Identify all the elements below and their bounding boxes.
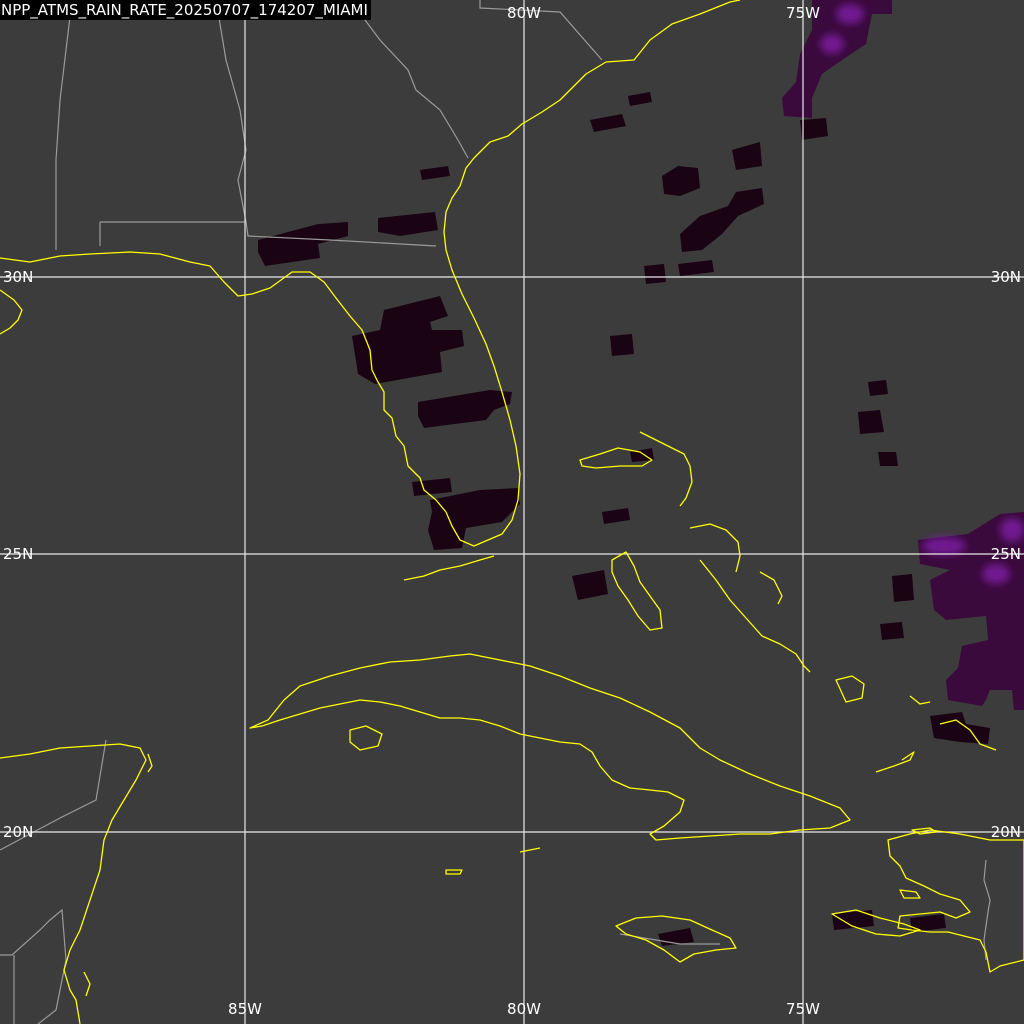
rain-cell	[868, 380, 888, 396]
label-bottom-85w: 85W	[228, 1000, 262, 1018]
rain-core	[820, 34, 844, 54]
label-left-20n: 20N	[3, 823, 34, 841]
label-top-80w: 80W	[507, 4, 541, 22]
rain-cell	[880, 622, 904, 640]
label-left-30n: 30N	[3, 268, 34, 286]
label-bottom-75w: 75W	[786, 1000, 820, 1018]
map-canvas[interactable]	[0, 0, 1024, 1024]
label-right-25n: 25N	[990, 545, 1021, 563]
rain-cell	[878, 452, 898, 466]
label-left-25n: 25N	[3, 545, 34, 563]
label-top-75w: 75W	[786, 4, 820, 22]
rain-cell	[644, 264, 666, 284]
rain-core	[922, 537, 966, 555]
rain-cell	[892, 574, 914, 602]
label-right-30n: 30N	[990, 268, 1021, 286]
label-bottom-80w: 80W	[507, 1000, 541, 1018]
rain-core	[1000, 518, 1024, 542]
rain-cell	[858, 410, 884, 434]
map-title: NPP_ATMS_RAIN_RATE_20250707_174207_MIAMI	[0, 0, 371, 20]
label-right-20n: 20N	[990, 823, 1021, 841]
rain-core	[982, 564, 1010, 584]
rain-cell	[610, 334, 634, 356]
rain-core	[836, 4, 864, 24]
